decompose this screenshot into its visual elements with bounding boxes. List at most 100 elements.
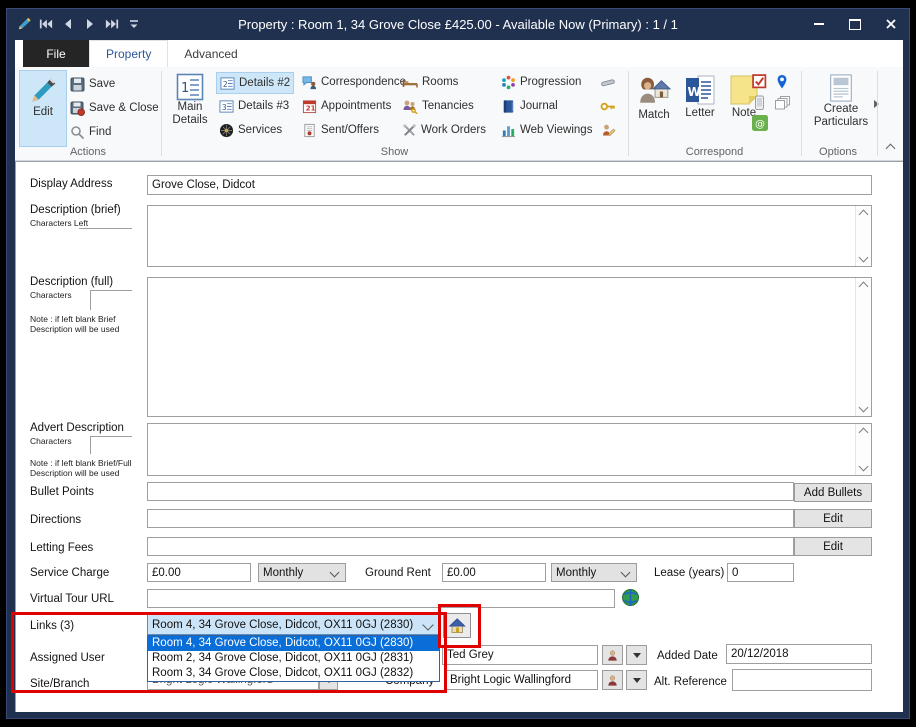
virtual-tour-url-input[interactable] bbox=[147, 589, 615, 608]
lease-years-input[interactable] bbox=[727, 563, 794, 582]
find-button[interactable]: Find bbox=[67, 122, 114, 142]
dropdown-arrow-icon bbox=[633, 653, 641, 658]
services-icon bbox=[219, 123, 234, 138]
house-icon bbox=[448, 617, 466, 634]
copies-button[interactable] bbox=[774, 95, 791, 110]
journal-button[interactable]: Journal bbox=[498, 96, 561, 116]
svg-text:2: 2 bbox=[223, 79, 228, 88]
document-seal-icon bbox=[302, 123, 317, 138]
details-2-button[interactable]: 2 Details #2 bbox=[216, 72, 294, 94]
description-brief-textarea[interactable] bbox=[147, 205, 872, 267]
match-button[interactable]: Match bbox=[632, 70, 676, 145]
book-icon bbox=[501, 99, 516, 114]
lease-years-label: Lease (years) bbox=[654, 567, 724, 579]
person-writing-icon bbox=[600, 123, 616, 138]
nav-previous-button[interactable] bbox=[57, 15, 79, 33]
pencil-icon bbox=[28, 74, 58, 106]
tab-property[interactable]: Property bbox=[89, 40, 168, 67]
links-option-3[interactable]: Room 3, 34 Grove Close, Didcot, OX11 0GJ… bbox=[148, 666, 439, 681]
characters-count-line bbox=[90, 290, 132, 291]
bullet-points-label: Bullet Points bbox=[30, 486, 94, 498]
ground-rent-input[interactable] bbox=[442, 563, 546, 582]
appointments-button[interactable]: 21 Appointments bbox=[299, 96, 394, 116]
keys-button[interactable] bbox=[597, 96, 619, 116]
links-label: Links (3) bbox=[30, 620, 74, 632]
nav-next-button[interactable] bbox=[79, 15, 101, 33]
maximize-button[interactable] bbox=[837, 11, 873, 37]
assigned-user-input[interactable] bbox=[442, 645, 598, 665]
ribbon: Edit Save Save & Close Find Actions 1 Ma… bbox=[15, 67, 903, 161]
rooms-button[interactable]: Rooms bbox=[399, 72, 461, 92]
close-button[interactable] bbox=[873, 11, 909, 37]
add-bullets-button[interactable]: Add Bullets bbox=[794, 483, 872, 502]
sms-checkbox-button[interactable] bbox=[752, 74, 767, 89]
nav-last-button[interactable] bbox=[101, 15, 123, 33]
email-button[interactable]: @ bbox=[752, 115, 768, 131]
scrollbar[interactable] bbox=[855, 206, 871, 266]
letting-fees-edit-button[interactable]: Edit bbox=[794, 537, 872, 556]
ribbon-tab-bar: File Property Advanced bbox=[15, 40, 903, 67]
edit-button[interactable]: Edit bbox=[19, 70, 67, 147]
web-viewings-button[interactable]: Web Viewings bbox=[498, 120, 595, 140]
description-full-textarea[interactable] bbox=[147, 277, 872, 417]
search-icon bbox=[70, 125, 85, 140]
company-lookup-button[interactable] bbox=[602, 670, 623, 690]
scrollbar[interactable] bbox=[855, 278, 871, 416]
valuer-button[interactable] bbox=[597, 120, 619, 140]
group-separator bbox=[877, 71, 878, 156]
edit-button-label: Edit bbox=[33, 106, 53, 119]
create-particulars-button[interactable]: Create Particulars bbox=[810, 70, 872, 145]
scrollbar[interactable] bbox=[855, 424, 871, 475]
services-button[interactable]: Services bbox=[216, 120, 285, 140]
map-pin-button[interactable] bbox=[775, 74, 789, 90]
alt-reference-input[interactable] bbox=[732, 669, 872, 691]
links-option-1[interactable]: Room 4, 34 Grove Close, Didcot, OX11 0GJ… bbox=[148, 636, 439, 651]
assigned-user-dropdown-button[interactable] bbox=[626, 645, 647, 665]
tenants-key-icon bbox=[402, 99, 418, 114]
eraser-tool-button[interactable] bbox=[597, 72, 619, 92]
bullet-points-input[interactable] bbox=[147, 482, 794, 501]
globe-icon bbox=[621, 588, 640, 607]
display-address-input[interactable] bbox=[147, 175, 872, 195]
advert-description-textarea[interactable] bbox=[147, 423, 872, 476]
company-dropdown-button[interactable] bbox=[626, 670, 647, 690]
phone-button[interactable] bbox=[753, 95, 766, 111]
tenancies-button[interactable]: Tenancies bbox=[399, 96, 477, 116]
assigned-user-label: Assigned User bbox=[30, 652, 105, 664]
dropdown-arrow-icon bbox=[633, 678, 641, 683]
directions-input[interactable] bbox=[147, 509, 794, 528]
letter-button[interactable]: W Letter bbox=[678, 70, 722, 145]
chevron-down-icon bbox=[330, 568, 340, 578]
correspondence-button[interactable]: Correspondence bbox=[299, 72, 409, 92]
quick-access-menu-button[interactable] bbox=[123, 15, 145, 33]
links-combobox[interactable]: Room 4, 34 Grove Close, Didcot, OX11 0GJ… bbox=[147, 614, 439, 635]
directions-edit-button[interactable]: Edit bbox=[794, 509, 872, 528]
minimize-button[interactable] bbox=[801, 11, 837, 37]
nav-first-button[interactable] bbox=[35, 15, 57, 33]
work-orders-button[interactable]: Work Orders bbox=[399, 120, 489, 140]
added-date-field[interactable] bbox=[726, 644, 872, 664]
save-icon bbox=[70, 77, 85, 92]
details-3-button[interactable]: 3 Details #3 bbox=[216, 96, 292, 116]
service-charge-frequency-select[interactable]: Monthly bbox=[258, 563, 346, 582]
app-window: Property : Room 1, 34 Grove Close £425.0… bbox=[6, 8, 910, 719]
progression-button[interactable]: Progression bbox=[498, 72, 584, 92]
open-url-globe-button[interactable] bbox=[621, 588, 640, 607]
view-linked-property-button[interactable] bbox=[443, 613, 471, 638]
ground-rent-frequency-select[interactable]: Monthly bbox=[551, 563, 637, 582]
collapse-ribbon-icon[interactable] bbox=[886, 144, 896, 154]
assigned-user-lookup-button[interactable] bbox=[602, 645, 623, 665]
display-address-label: Display Address bbox=[30, 178, 112, 190]
links-option-2[interactable]: Room 2, 34 Grove Close, Didcot, OX11 0GJ… bbox=[148, 651, 439, 666]
service-charge-input[interactable] bbox=[147, 563, 251, 582]
person-icon bbox=[606, 674, 619, 687]
company-input[interactable] bbox=[445, 670, 598, 690]
main-details-button[interactable]: 1 Main Details bbox=[167, 70, 213, 145]
save-button[interactable]: Save bbox=[67, 74, 118, 94]
tab-advanced[interactable]: Advanced bbox=[168, 40, 253, 67]
tab-file[interactable]: File bbox=[23, 40, 89, 67]
sent-offers-button[interactable]: Sent/Offers bbox=[299, 120, 382, 140]
letting-fees-input[interactable] bbox=[147, 537, 794, 556]
correspond-group-label: Correspond bbox=[628, 146, 801, 158]
save-and-close-button[interactable]: Save & Close bbox=[67, 98, 162, 118]
